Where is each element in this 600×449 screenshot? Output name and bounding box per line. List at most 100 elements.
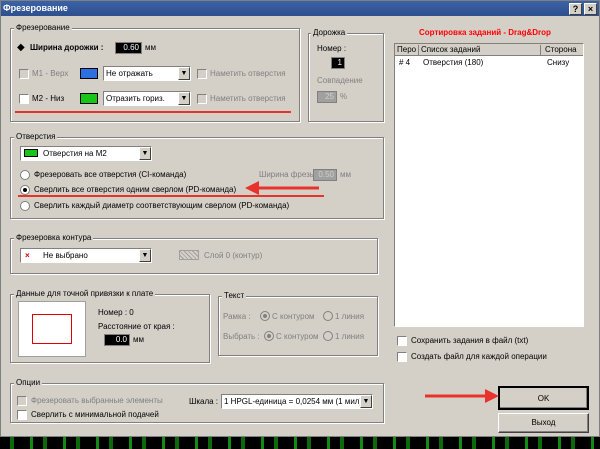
m2-checkbox[interactable] (19, 94, 29, 104)
text-border-contour-radio[interactable] (260, 311, 270, 321)
mill-all-holes-radio[interactable] (20, 170, 30, 180)
board-preview (18, 301, 86, 357)
drill-one-drill-label: Сверлить все отверстия одним сверлом (PD… (34, 185, 237, 194)
sort-title: Сортировка заданий - Drag&Drop (419, 28, 551, 37)
mill-selected-label: Фрезеровать выбранные элементы (31, 396, 163, 405)
cutter-width-unit: мм (340, 170, 351, 179)
drill-one-drill-radio[interactable] (20, 185, 30, 195)
holes-layer-combo[interactable]: Отверстия на M2 ▼ (20, 146, 152, 161)
m2-mark-holes-label: Наметить отверстия (210, 94, 286, 103)
mill-selected-checkbox[interactable] (17, 396, 27, 406)
m2-mark-holes-checkbox[interactable] (197, 94, 207, 104)
chevron-down-icon[interactable]: ▼ (360, 395, 372, 408)
row-side: Снизу (547, 58, 570, 67)
m2-color-swatch[interactable] (80, 93, 98, 104)
anchor-number-label: Номер : 0 (98, 308, 134, 317)
chevron-down-icon[interactable]: ▼ (139, 249, 151, 262)
annotation-underline (15, 111, 291, 113)
text-border-line-label: 1 линия (335, 312, 365, 321)
anchor-group-label: Данные для точной привязки к плате (14, 289, 156, 298)
close-button[interactable]: × (584, 3, 597, 15)
chevron-down-icon[interactable]: ▼ (139, 147, 151, 160)
scale-label: Шкала : (189, 397, 219, 406)
cutter-width-label: Ширина фрезы : (259, 170, 320, 179)
annotation-arrow-icon (425, 389, 499, 403)
min-feed-checkbox[interactable] (17, 410, 27, 420)
anchor-distance-unit: мм (133, 335, 144, 344)
job-list[interactable]: Перо Список заданий Сторона # 4 Отверсти… (394, 43, 584, 327)
ok-button[interactable]: OK (498, 386, 589, 410)
text-border-contour-label: С контуром (272, 312, 315, 321)
title-bar: Фрезерование (1, 1, 599, 16)
window-title: Фрезерование (3, 3, 68, 13)
options-group-label: Опции (14, 378, 43, 387)
text-choose-line-label: 1 линия (335, 332, 365, 341)
scale-combo[interactable]: 1 HPGL-единица = 0,0254 мм (1 мил) ▼ (221, 394, 373, 409)
pcb-background (0, 437, 600, 449)
m1-checkbox[interactable] (19, 69, 29, 79)
anchor-distance-field[interactable]: 0.0 (104, 334, 130, 346)
track-group-label: Дорожка (311, 28, 348, 37)
column-header-pen[interactable]: Перо (397, 45, 419, 55)
track-number-label: Номер : (317, 44, 347, 53)
text-choose-contour-radio[interactable] (264, 331, 274, 341)
min-feed-label: Сверлить с минимальной подачей (31, 410, 159, 419)
create-files-checkbox[interactable] (397, 352, 407, 362)
holes-layer-value: Отверстия на M2 (43, 149, 107, 158)
track-width-bullet: ◆ (17, 42, 25, 53)
holes-group-label: Отверстия (14, 132, 58, 141)
m1-mirror-value: Не отражать (106, 69, 153, 78)
drill-each-diameter-label: Сверлить каждый диаметр соответствующим … (34, 201, 290, 210)
chevron-down-icon[interactable]: ▼ (178, 67, 190, 80)
text-choose-label: Выбрать : (223, 332, 260, 341)
create-files-label: Создать файл для каждой операции (411, 352, 547, 361)
table-row[interactable]: # 4 Отверстия (180) Снизу (395, 58, 583, 69)
save-jobs-checkbox[interactable] (397, 336, 407, 346)
text-group-label: Текст (222, 291, 247, 300)
column-header-jobs[interactable]: Список заданий (421, 45, 541, 55)
m1-color-swatch[interactable] (80, 68, 98, 79)
contour-group-label: Фрезеровка контура (14, 233, 94, 242)
save-jobs-label: Сохранить задания в файл (txt) (411, 336, 529, 345)
m2-mirror-value: Отразить гориз. (106, 94, 165, 103)
text-group (218, 296, 378, 356)
contour-combo[interactable]: × Не выбрано ▼ (20, 248, 152, 263)
job-list-header: Перо Список заданий Сторона (395, 44, 583, 56)
m1-label: M1 - Верх (32, 69, 69, 78)
text-border-label: Рамка : (223, 312, 251, 321)
track-width-field[interactable]: 0.60 (115, 42, 142, 54)
track-match-unit: % (340, 92, 348, 101)
m2-mirror-combo[interactable]: Отразить гориз. ▼ (103, 91, 191, 106)
m1-mark-holes-label: Наметить отверстия (210, 69, 286, 78)
column-header-side[interactable]: Сторона (545, 45, 577, 55)
annotation-arrow-icon (245, 181, 319, 195)
scale-value: 1 HPGL-единица = 0,0254 мм (1 мил) (224, 397, 363, 406)
m2-label: M2 - Низ (32, 94, 65, 103)
exit-button[interactable]: Выход (498, 413, 589, 433)
contour-value: Не выбрано (43, 251, 88, 260)
mill-all-holes-label: Фрезеровать все отверстия (CI-команда) (34, 170, 187, 179)
text-choose-line-radio[interactable] (323, 331, 333, 341)
m1-mirror-combo[interactable]: Не отражать ▼ (103, 66, 191, 81)
holes-color-swatch (24, 149, 38, 157)
m1-mark-holes-checkbox[interactable] (197, 69, 207, 79)
track-number-field[interactable]: 1 (331, 57, 345, 69)
milling-dialog: Фрезерование ? × Фрезерование ◆ Ширина д… (0, 0, 600, 437)
track-width-unit: мм (145, 43, 156, 52)
none-x-icon: × (25, 251, 30, 260)
help-button[interactable]: ? (569, 3, 582, 15)
contour-layer-label: Слой 0 (контур) (204, 251, 263, 260)
track-match-label: Совпадение (317, 76, 363, 85)
track-width-label: Ширина дорожки : (30, 43, 104, 52)
chevron-down-icon[interactable]: ▼ (178, 92, 190, 105)
milling-group-label: Фрезерование (14, 23, 72, 32)
row-job: Отверстия (180) (423, 58, 484, 67)
track-match-field[interactable]: 25 (317, 91, 337, 103)
text-border-line-radio[interactable] (323, 311, 333, 321)
board-outline-icon (32, 314, 72, 344)
layer-hatch-icon (179, 250, 199, 260)
drill-each-diameter-radio[interactable] (20, 201, 30, 211)
anchor-distance-label: Расстояние от края : (98, 322, 175, 331)
text-choose-contour-label: С контуром (276, 332, 319, 341)
row-pen: # 4 (399, 58, 411, 67)
